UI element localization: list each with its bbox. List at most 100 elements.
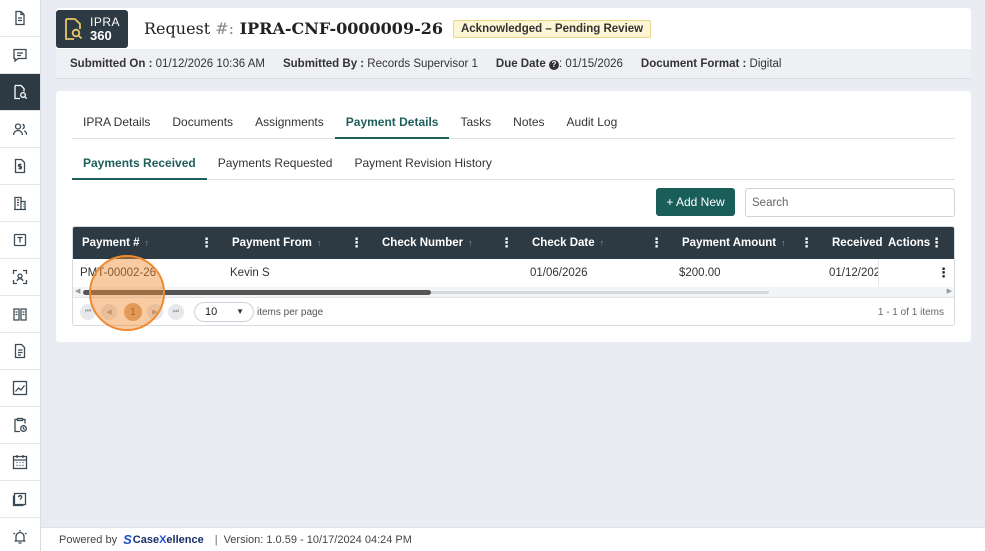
submitted-by-value: Records Supervisor 1 xyxy=(364,57,478,70)
submitted-by: Submitted By : Records Supervisor 1 xyxy=(283,58,478,70)
status-badge: Acknowledged – Pending Review xyxy=(452,19,652,38)
document-icon xyxy=(15,10,25,26)
sidebar-item-users[interactable] xyxy=(0,111,40,148)
request-meta-bar: Submitted On : 01/12/2026 10:36 AM Submi… xyxy=(56,49,971,79)
document-format-value: Digital xyxy=(746,57,782,70)
sidebar-item-schedule[interactable] xyxy=(0,407,40,444)
subtab-payments-received[interactable]: Payments Received xyxy=(72,147,207,180)
brand-logo: S Case Xellence xyxy=(123,532,204,547)
scroll-left-icon[interactable]: ◀ xyxy=(75,287,80,297)
main-tabs: IPRA Details Documents Assignments Payme… xyxy=(72,105,955,139)
request-number: IPRA-CNF-0000009-26 xyxy=(234,19,443,38)
table-row[interactable]: PMT-00002-26 Kevin S 01/06/2026 $200.00 … xyxy=(73,259,954,287)
sidebar-item-invoices[interactable] xyxy=(0,148,40,185)
column-header-payment-no[interactable]: Payment # ↑ xyxy=(82,227,149,259)
column-header-received[interactable]: Received xyxy=(832,227,883,259)
column-label: Payment Amount xyxy=(682,237,777,249)
sort-arrow-icon: ↑ xyxy=(781,238,786,248)
scroll-right-icon[interactable]: ▶ xyxy=(947,287,952,297)
help-icon xyxy=(12,492,27,507)
subtab-payments-requested[interactable]: Payments Requested xyxy=(207,147,344,180)
tab-documents[interactable]: Documents xyxy=(161,105,244,139)
payment-subtabs: Payments Received Payments Requested Pay… xyxy=(72,147,955,180)
document-format-label: Document Format : xyxy=(640,57,747,70)
book-icon xyxy=(13,308,27,321)
sidebar-item-organizations[interactable] xyxy=(0,185,40,222)
page-size-value: 10 xyxy=(205,306,218,318)
tab-payment-details[interactable]: Payment Details xyxy=(334,105,450,139)
cell-check-date: 01/06/2026 xyxy=(530,267,588,279)
row-actions-menu-icon[interactable]: ⋮ xyxy=(937,259,950,287)
column-header-check-number[interactable]: Check Number ↑ xyxy=(382,227,473,259)
column-menu-icon[interactable]: ⋮ xyxy=(200,227,213,259)
column-header-actions: Actions xyxy=(888,227,930,259)
tab-audit-log[interactable]: Audit Log xyxy=(556,105,629,139)
sidebar-item-reports[interactable] xyxy=(0,370,40,407)
sidebar-item-files[interactable] xyxy=(0,333,40,370)
due-date-label: Due Date xyxy=(495,57,546,70)
chart-line-icon xyxy=(12,380,28,396)
users-icon xyxy=(12,123,28,136)
submitted-on-label: Submitted On : xyxy=(70,57,153,70)
column-menu-icon[interactable]: ⋮ xyxy=(350,227,363,259)
brand-text-a: Case xyxy=(132,533,160,546)
request-prefix: Request xyxy=(144,19,216,38)
tab-tasks[interactable]: Tasks xyxy=(449,105,502,139)
column-menu-icon[interactable]: ⋮ xyxy=(650,227,663,259)
sort-arrow-icon: ↑ xyxy=(599,238,605,248)
clipboard-text-icon xyxy=(13,233,27,247)
app-logo: IPRA 360 xyxy=(56,10,128,48)
submitted-on-value: 01/12/2026 10:36 AM xyxy=(152,57,265,70)
column-header-check-date[interactable]: Check Date ↑ xyxy=(532,227,604,259)
page-size-select[interactable]: 10 ▼ xyxy=(194,302,254,322)
sidebar-item-alerts[interactable] xyxy=(0,518,40,551)
payments-grid: Payment # ↑ ⋮ Payment From ↑ ⋮ Check Numbe… xyxy=(72,226,955,326)
tab-ipra-details[interactable]: IPRA Details xyxy=(72,105,161,139)
logo-line2: 360 xyxy=(90,28,112,43)
grid-pager: ⏮ ◀ 1 ▶ ⏭ 10 ▼ items per page 1 - 1 of 1 … xyxy=(73,297,954,325)
sidebar-item-scan[interactable] xyxy=(0,259,40,296)
help-circle-icon[interactable]: ? xyxy=(548,59,559,70)
column-label: Received xyxy=(832,237,883,249)
powered-by-label: Powered by xyxy=(59,533,118,546)
column-header-payment-from[interactable]: Payment From ↑ xyxy=(232,227,321,259)
submitted-by-label: Submitted By : xyxy=(282,57,365,70)
calendar-icon xyxy=(12,455,28,470)
sidebar-item-documents[interactable] xyxy=(0,0,40,37)
search-input[interactable] xyxy=(745,188,955,217)
building-icon xyxy=(14,196,26,211)
footer: Powered by S Case Xellence | Version: 1.0.… xyxy=(41,527,985,551)
search-document-icon xyxy=(14,84,28,100)
message-icon xyxy=(13,48,27,63)
sidebar-item-calendar[interactable] xyxy=(0,444,40,481)
chevron-down-icon: ▼ xyxy=(236,307,244,316)
sort-arrow-icon: ↑ xyxy=(316,238,322,248)
payment-details-card: IPRA Details Documents Assignments Payme… xyxy=(56,91,971,342)
sidebar-item-requests[interactable] xyxy=(0,74,40,111)
column-menu-icon[interactable]: ⋮ xyxy=(800,227,813,259)
column-menu-icon[interactable]: ⋮ xyxy=(930,227,943,259)
grid-header: Payment # ↑ ⋮ Payment From ↑ ⋮ Check Numbe… xyxy=(73,227,954,259)
sidebar-item-help[interactable] xyxy=(0,481,40,518)
file-lines-icon xyxy=(14,343,26,359)
items-count: 1 - 1 of 1 items xyxy=(877,306,944,318)
search-document-icon xyxy=(62,16,84,42)
column-menu-icon[interactable]: ⋮ xyxy=(500,227,513,259)
brand-s: S xyxy=(123,532,132,547)
items-per-page-label: items per page xyxy=(257,306,324,318)
request-hash: #: xyxy=(215,19,235,38)
subtab-payment-revision-history[interactable]: Payment Revision History xyxy=(343,147,502,180)
column-header-payment-amount[interactable]: Payment Amount ↑ xyxy=(682,227,786,259)
horizontal-scrollbar[interactable]: ◀ ▶ xyxy=(73,287,954,297)
sidebar-item-messages[interactable] xyxy=(0,37,40,74)
sidebar-item-library[interactable] xyxy=(0,296,40,333)
version-text: Version: 1.0.59 - 10/17/2024 04:24 PM xyxy=(223,533,412,546)
sidebar-item-templates[interactable] xyxy=(0,222,40,259)
due-date: Due Date ?: 01/15/2026 xyxy=(496,58,623,70)
tab-assignments[interactable]: Assignments xyxy=(244,105,335,139)
tab-notes[interactable]: Notes xyxy=(502,105,555,139)
cell-payment-amount: $200.00 xyxy=(679,267,721,279)
click-highlight-indicator xyxy=(89,255,165,331)
last-page-icon[interactable]: ⏭ xyxy=(168,304,184,320)
add-new-button[interactable]: + Add New xyxy=(656,188,735,216)
